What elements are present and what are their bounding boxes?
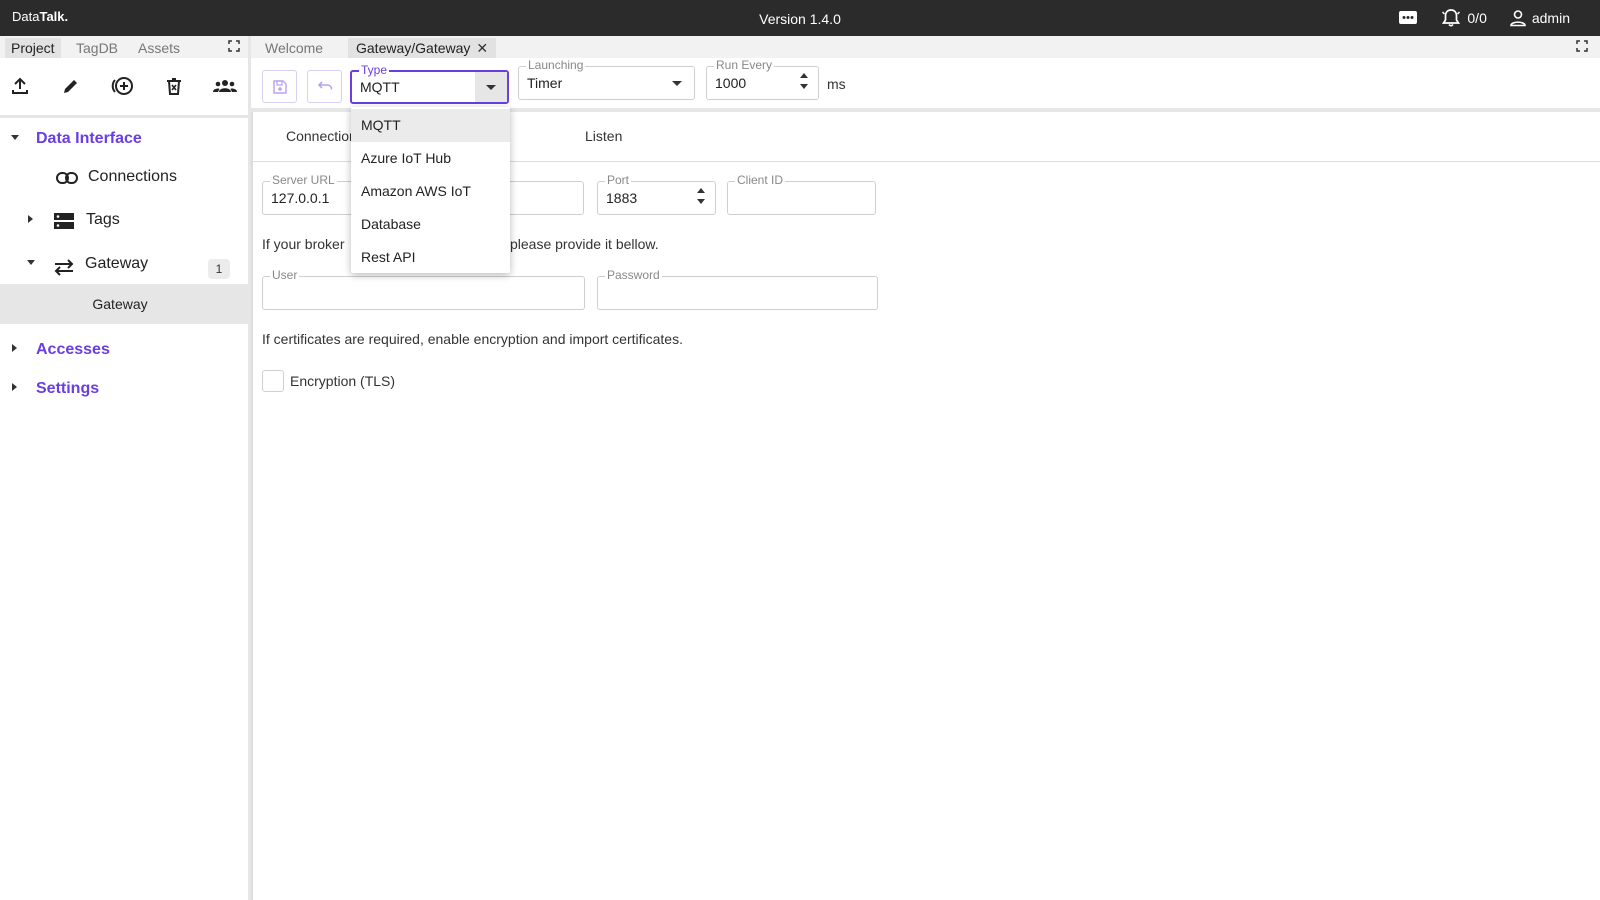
- link-icon: [56, 172, 78, 184]
- delete-icon: [167, 78, 181, 95]
- person-icon: [1510, 10, 1526, 27]
- caret-right-icon[interactable]: [12, 344, 17, 352]
- undo-icon: [317, 80, 332, 90]
- edit-icon: [64, 80, 77, 93]
- close-icon[interactable]: ✕: [476, 40, 488, 56]
- tab-assets[interactable]: Assets: [132, 38, 186, 58]
- user-name: admin: [1531, 10, 1570, 26]
- count-badge: 1: [208, 259, 230, 279]
- version-label: Version 1.4.0: [759, 11, 841, 27]
- broker-note: If your broker: [262, 236, 345, 252]
- unit-label: ms: [827, 76, 846, 92]
- app-logo: DataTalk.: [12, 9, 69, 24]
- group-icon: [213, 80, 237, 92]
- add-button[interactable]: [111, 74, 135, 98]
- arrow-up-icon[interactable]: [697, 188, 705, 193]
- alarms-count: 0/0: [1467, 10, 1487, 26]
- swap-icon: [54, 259, 74, 276]
- tree-item-accesses[interactable]: Accesses: [0, 332, 248, 370]
- broker-note-continued: please provide it bellow.: [510, 236, 659, 252]
- type-select[interactable]: Type MQTT: [350, 63, 509, 104]
- save-button[interactable]: [262, 70, 297, 103]
- arrow-up-icon[interactable]: [800, 73, 808, 78]
- chat-button[interactable]: [1398, 8, 1418, 28]
- arrow-down-icon[interactable]: [697, 199, 705, 204]
- fullscreen-icon[interactable]: [1576, 40, 1588, 52]
- type-option-amazon-aws-iot[interactable]: Amazon AWS IoT: [351, 175, 510, 208]
- type-option-azure-iot-hub[interactable]: Azure IoT Hub: [351, 142, 510, 175]
- alarms-button[interactable]: 0/0: [1440, 8, 1487, 28]
- dropdown-button[interactable]: [475, 72, 507, 102]
- upload-icon: [12, 77, 28, 94]
- certificate-note: If certificates are required, enable enc…: [262, 331, 683, 347]
- editor-tab-bar: Welcome Gateway/Gateway ✕: [251, 36, 1600, 58]
- encryption-checkbox[interactable]: [262, 370, 284, 392]
- tree-item-settings[interactable]: Settings: [0, 371, 248, 409]
- delete-button[interactable]: [162, 74, 186, 98]
- type-option-mqtt[interactable]: MQTT: [351, 109, 510, 142]
- upload-button[interactable]: [8, 74, 32, 98]
- add-circle-icon: [111, 77, 133, 95]
- type-dropdown-menu: MQTT Azure IoT Hub Amazon AWS IoT Databa…: [351, 107, 510, 273]
- chevron-down-icon: [672, 81, 682, 86]
- chevron-down-icon: [486, 85, 496, 90]
- tree-item-data-interface[interactable]: Data Interface: [0, 120, 248, 158]
- client-id-input[interactable]: Client ID: [727, 173, 876, 215]
- top-bar: DataTalk. Version 1.4.0 0/0 admin: [0, 0, 1600, 36]
- encryption-label: Encryption (TLS): [290, 373, 396, 389]
- tab-welcome[interactable]: Welcome: [257, 38, 331, 58]
- tab-connection[interactable]: Connection: [286, 128, 357, 144]
- caret-right-icon[interactable]: [12, 383, 17, 391]
- project-panel: Project TagDB Assets Data Interface Conn…: [0, 36, 251, 900]
- port-input[interactable]: Port 1883: [597, 173, 716, 215]
- tree-item-tags[interactable]: Tags: [0, 202, 248, 240]
- save-icon: [272, 79, 287, 94]
- chat-icon: [1399, 11, 1418, 24]
- number-stepper[interactable]: [800, 73, 808, 89]
- tab-listen[interactable]: Listen: [585, 128, 622, 144]
- tree-item-connections[interactable]: Connections: [0, 158, 248, 196]
- tab-tagdb[interactable]: TagDB: [70, 38, 124, 58]
- tab-gateway[interactable]: Gateway/Gateway ✕: [348, 38, 497, 58]
- launching-select[interactable]: Launching Timer: [518, 58, 695, 100]
- gateway-toolbar: Type MQTT Launching Timer Run Every 1000…: [251, 58, 1600, 112]
- user-input[interactable]: User: [262, 268, 585, 310]
- left-tab-bar: Project TagDB Assets: [0, 36, 248, 58]
- type-option-database[interactable]: Database: [351, 208, 510, 241]
- caret-down-icon[interactable]: [27, 260, 35, 265]
- number-stepper[interactable]: [697, 188, 705, 204]
- bell-icon: [1442, 9, 1461, 27]
- caret-down-icon[interactable]: [11, 135, 19, 140]
- fullscreen-icon[interactable]: [228, 40, 240, 52]
- password-input[interactable]: Password: [597, 268, 878, 310]
- tree-item-gateway-child[interactable]: Gateway: [0, 284, 248, 324]
- user-menu[interactable]: admin: [1509, 9, 1570, 27]
- undo-button[interactable]: [307, 70, 342, 103]
- tab-project[interactable]: Project: [5, 38, 61, 58]
- storage-icon: [54, 213, 74, 229]
- project-toolbar: [0, 66, 248, 118]
- edit-button[interactable]: [59, 74, 83, 98]
- tree-item-gateway[interactable]: Gateway 1: [0, 246, 248, 284]
- users-button[interactable]: [213, 74, 237, 98]
- caret-right-icon[interactable]: [28, 215, 33, 223]
- run-every-input[interactable]: Run Every 1000: [706, 58, 819, 100]
- arrow-down-icon[interactable]: [800, 84, 808, 89]
- type-option-rest-api[interactable]: Rest API: [351, 241, 510, 274]
